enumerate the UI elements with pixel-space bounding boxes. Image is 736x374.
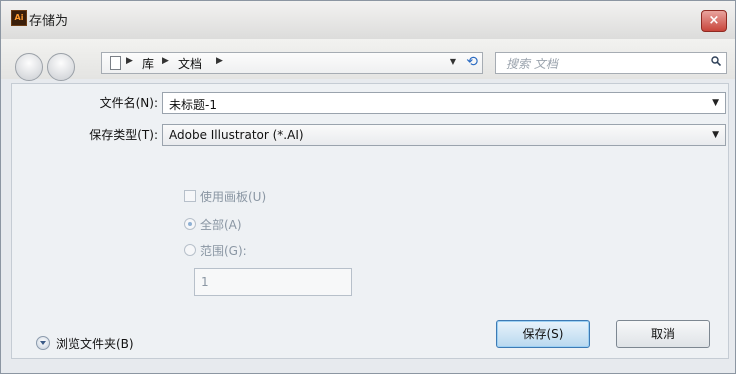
filetype-label: 保存类型(T):: [89, 128, 158, 142]
browse-folders-label[interactable]: 浏览文件夹(B): [56, 335, 134, 352]
save-options-panel: 文件名(N): 未标题-1 ▼ 保存类型(T): Adobe Illustrat…: [11, 83, 729, 359]
search-placeholder: 搜索 文档: [506, 57, 558, 71]
chevron-down-icon[interactable]: ▼: [712, 130, 719, 140]
filename-value: 未标题-1: [169, 98, 217, 112]
dialog-title: 存储为: [29, 14, 69, 29]
document-icon: [110, 56, 121, 70]
cancel-button[interactable]: 取消: [616, 320, 710, 348]
refresh-icon[interactable]: ⟲: [466, 54, 478, 70]
chevron-right-icon[interactable]: ▶: [162, 56, 169, 66]
illustrator-app-icon: Ai: [11, 10, 27, 26]
range-label[interactable]: 范围(G):: [200, 242, 247, 259]
range-radio[interactable]: [184, 244, 196, 256]
filetype-select[interactable]: Adobe Illustrator (*.AI) ▼: [162, 124, 726, 146]
expand-chevron-icon[interactable]: [36, 336, 50, 350]
back-button[interactable]: [15, 53, 43, 81]
address-dropdown-icon[interactable]: ▼: [450, 57, 456, 66]
breadcrumb-documents[interactable]: 文档: [178, 55, 202, 72]
filetype-value: Adobe Illustrator (*.AI): [169, 128, 304, 142]
filename-label: 文件名(N):: [99, 96, 158, 110]
navigation-bar: ▶ 库 ▶ 文档 ▶ ▼ ⟲ 搜索 文档: [1, 39, 735, 81]
use-artboards-label[interactable]: 使用画板(U): [200, 188, 266, 205]
range-value: 1: [201, 275, 209, 289]
forward-button[interactable]: [47, 53, 75, 81]
chevron-right-icon[interactable]: ▶: [216, 56, 223, 66]
breadcrumb-library[interactable]: 库: [142, 55, 154, 72]
chevron-right-icon[interactable]: ▶: [126, 56, 133, 66]
close-button[interactable]: ×: [701, 10, 727, 32]
search-icon[interactable]: [711, 56, 721, 66]
title-bar[interactable]: Ai 存储为 ×: [1, 1, 735, 39]
use-artboards-checkbox[interactable]: [184, 190, 196, 202]
filename-field[interactable]: 未标题-1 ▼: [162, 92, 726, 114]
save-as-dialog: Ai 存储为 × ▶ 库 ▶ 文档 ▶ ▼ ⟲ 搜索 文档 文件名(N): 未标…: [0, 0, 736, 374]
range-input[interactable]: 1: [194, 268, 352, 296]
all-radio[interactable]: [184, 218, 196, 230]
search-box[interactable]: 搜索 文档: [495, 52, 727, 74]
chevron-down-icon[interactable]: ▼: [712, 98, 719, 108]
save-button[interactable]: 保存(S): [496, 320, 590, 348]
all-label[interactable]: 全部(A): [200, 216, 242, 233]
address-bar[interactable]: ▶ 库 ▶ 文档 ▶ ▼ ⟲: [101, 52, 483, 74]
